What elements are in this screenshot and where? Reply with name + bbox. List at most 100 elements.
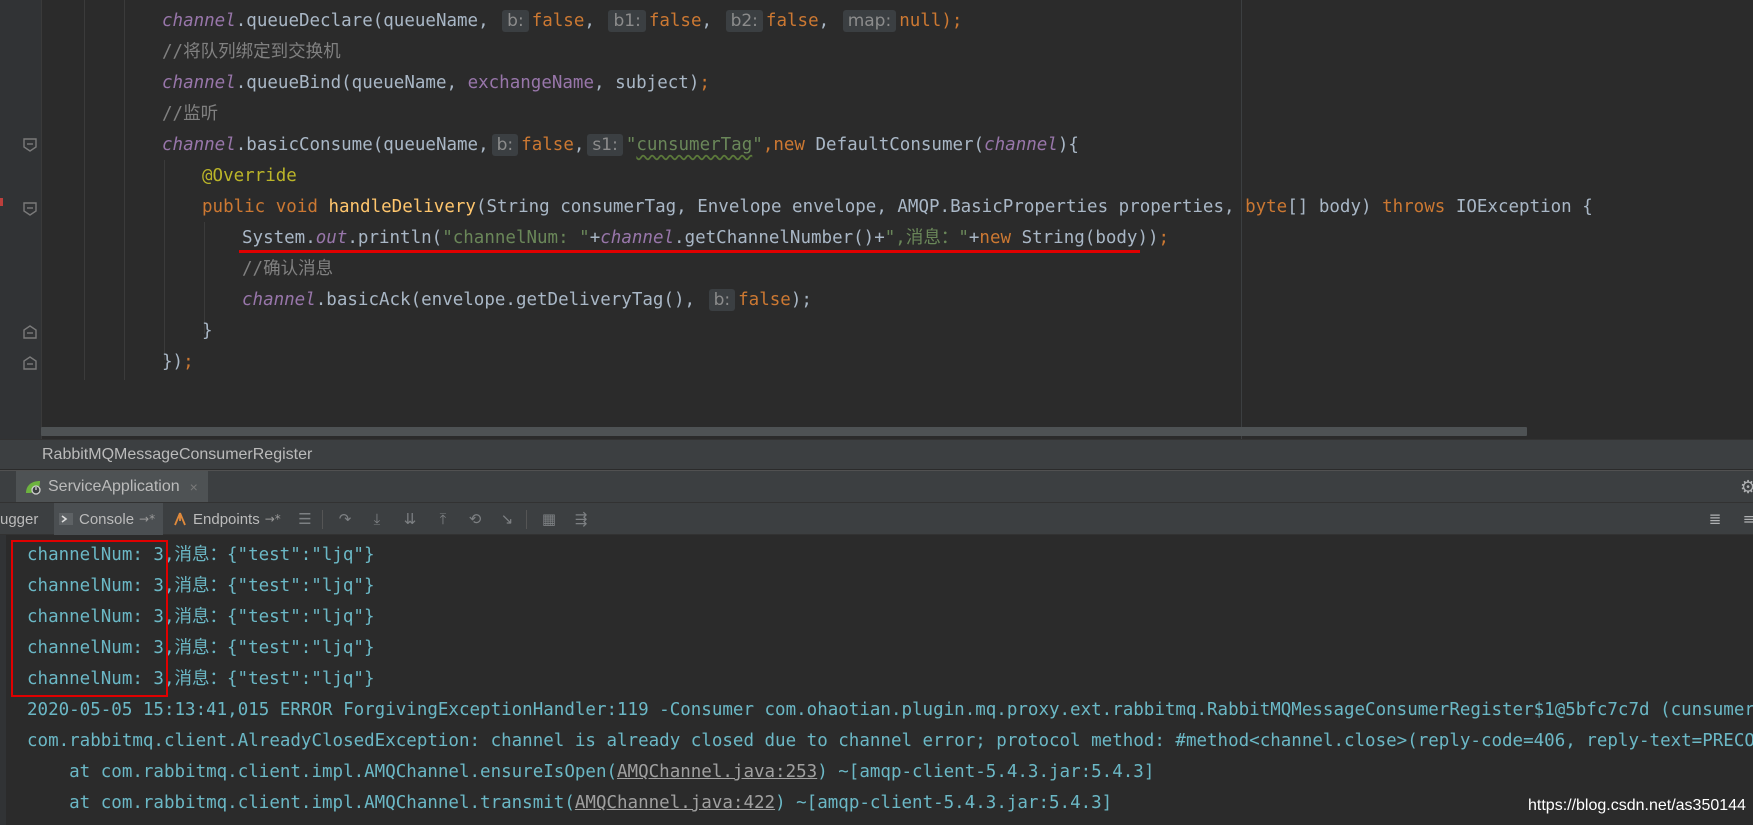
pin-icon[interactable]: →*: [139, 512, 155, 526]
unfold-icon[interactable]: [23, 325, 37, 339]
code-token: public void: [202, 197, 329, 217]
run-tab-bar: ServiceApplication × ⚙: [0, 470, 1753, 502]
breadcrumb-label[interactable]: RabbitMQMessageConsumerRegister: [42, 446, 312, 464]
code-token: +: [968, 228, 980, 248]
code-line[interactable]: //将队列绑定到交换机: [162, 37, 341, 68]
parameter-hint: b1:: [608, 10, 646, 32]
code-token: exchangeName: [467, 73, 594, 93]
source-link[interactable]: AMQChannel.java:253: [617, 762, 817, 782]
pin-icon[interactable]: →*: [265, 512, 281, 526]
tab-console[interactable]: Console →*: [54, 503, 164, 535]
code-token: DefaultConsumer(: [815, 135, 985, 155]
code-line[interactable]: channel.queueDeclare(queueName, b: false,…: [162, 6, 962, 37]
code-token: false: [765, 11, 819, 31]
layout-icon[interactable]: ≣: [1706, 511, 1724, 527]
horizontal-scrollbar[interactable]: [41, 427, 1527, 436]
code-token: .queueBind(queueName,: [235, 73, 468, 93]
code-line[interactable]: channel.queueBind(queueName, exchangeNam…: [162, 68, 710, 99]
fold-icon[interactable]: [23, 202, 37, 216]
code-token: cunsumerTag: [636, 135, 753, 155]
code-line[interactable]: public void handleDelivery(String consum…: [202, 192, 1593, 223]
list-icon[interactable]: ☰: [296, 511, 314, 527]
code-line[interactable]: }: [202, 316, 213, 347]
code-token: ,: [818, 11, 840, 31]
gear-icon[interactable]: ⚙: [1740, 477, 1753, 498]
code-token: );: [941, 11, 963, 31]
code-line[interactable]: channel.basicAck(envelope.getDeliveryTag…: [242, 285, 812, 316]
code-token: +: [589, 228, 601, 248]
console-line: at com.rabbitmq.client.impl.AMQChannel.e…: [27, 757, 1154, 788]
code-token: @Override: [202, 166, 297, 186]
code-token: ;: [183, 352, 194, 372]
menu-icon[interactable]: ≡: [1740, 511, 1753, 527]
code-token: }: [202, 321, 213, 341]
step-into-icon[interactable]: ⤓: [368, 511, 386, 527]
code-token: .queueDeclare(queueName,: [235, 11, 500, 31]
indent-guide: [124, 0, 125, 380]
code-token: ",消息：": [884, 228, 969, 248]
toolbar-separator: [322, 510, 323, 529]
drop-frame-icon[interactable]: ⟲: [466, 511, 484, 527]
run-toolbar: ugger Console →* Endpoints →* ☰ ↷ ⤓ ⇊ ⤒ …: [0, 502, 1753, 535]
editor-gutter[interactable]: [0, 0, 42, 439]
code-token: ){: [1057, 135, 1079, 155]
code-token: ,: [584, 11, 606, 31]
tab-console-label: Console: [79, 510, 135, 528]
tab-debugger[interactable]: ugger: [0, 503, 50, 535]
run-to-cursor-icon[interactable]: ↘: [498, 511, 516, 527]
code-token: ,: [573, 135, 585, 155]
code-token: [] body): [1287, 197, 1383, 217]
code-token: ;: [699, 73, 710, 93]
tab-endpoints-label: Endpoints: [193, 510, 260, 528]
step-over-icon[interactable]: ↷: [336, 511, 354, 527]
code-line[interactable]: //确认消息: [242, 254, 333, 285]
fold-icon[interactable]: [23, 138, 37, 152]
parameter-hint: s1:: [587, 134, 623, 156]
code-token: //将队列绑定到交换机: [162, 42, 341, 62]
error-marker: [0, 198, 3, 206]
code-token: false: [521, 135, 574, 155]
parameter-hint: b2:: [725, 10, 763, 32]
indent-guide: [84, 0, 85, 380]
parameter-hint: b:: [491, 134, 519, 156]
code-token: new: [773, 135, 816, 155]
code-line[interactable]: //监听: [162, 99, 218, 130]
toolbar-separator: [526, 510, 527, 529]
code-token: channel: [162, 135, 236, 155]
code-line[interactable]: @Override: [202, 161, 297, 192]
force-step-into-icon[interactable]: ⇊: [401, 511, 419, 527]
close-icon[interactable]: ×: [190, 479, 198, 495]
code-line[interactable]: channel.basicConsume(queueName, b: false, s…: [162, 130, 1079, 161]
code-token: .basicConsume(queueName,: [235, 135, 489, 155]
evaluate-icon[interactable]: ▦: [540, 511, 558, 527]
code-token: byte: [1245, 197, 1288, 217]
code-token: "channelNum: ": [442, 228, 590, 248]
code-editor[interactable]: channel.queueDeclare(queueName, b: false,…: [0, 0, 1753, 439]
indent-guide: [164, 160, 165, 360]
code-line[interactable]: });: [162, 347, 194, 378]
tab-debugger-label: ugger: [0, 510, 39, 528]
console-output[interactable]: channelNum: 3,消息：{"test":"ljq"} channelNu…: [0, 535, 1753, 825]
breadcrumb[interactable]: RabbitMQMessageConsumerRegister: [0, 439, 1753, 469]
code-token: ": [625, 135, 637, 155]
code-token: System.: [242, 228, 316, 248]
run-tab-serviceapplication[interactable]: ServiceApplication ×: [16, 471, 208, 502]
unfold-icon[interactable]: [23, 356, 37, 370]
source-link[interactable]: AMQChannel.java:422: [575, 793, 775, 813]
console-icon: [59, 513, 73, 525]
code-token: (String consumerTag, Envelope envelope, …: [475, 197, 1246, 217]
trace-icon[interactable]: ⇶: [572, 511, 590, 527]
tab-endpoints[interactable]: Endpoints →*: [168, 503, 285, 535]
code-token: channel: [242, 290, 316, 310]
step-out-icon[interactable]: ⤒: [434, 511, 452, 527]
console-line: 2020-05-05 15:13:41,015 ERROR ForgivingE…: [27, 700, 1753, 720]
highlight-box: [11, 540, 168, 697]
watermark: https://blog.csdn.net/as350144: [1528, 797, 1746, 814]
code-token: IOException {: [1455, 197, 1593, 217]
code-token: .println(: [347, 228, 443, 248]
code-token: false: [648, 11, 702, 31]
code-token: ;: [1158, 228, 1170, 248]
code-token: null: [899, 11, 942, 31]
code-token: channel: [162, 11, 236, 31]
code-token: .basicAck(envelope.getDeliveryTag(),: [315, 290, 706, 310]
